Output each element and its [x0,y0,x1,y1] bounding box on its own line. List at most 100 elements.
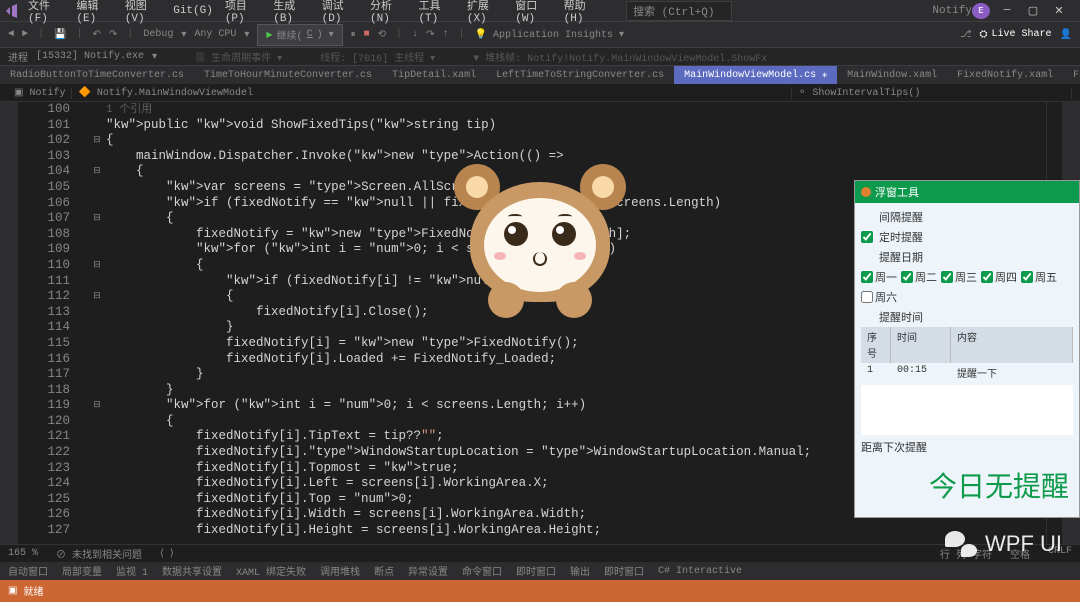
notify-popup: 提醒一下 [440,164,640,304]
panel-callstack[interactable]: 调用堆栈 [320,563,360,579]
day-mon[interactable] [861,271,873,283]
step-over-icon[interactable]: ↷ [426,29,434,41]
zoom-dropdown[interactable]: 165 % [8,548,38,559]
pin-icon[interactable]: ⁎ [822,69,827,81]
menu-analyze[interactable]: 分析(N) [364,0,412,27]
reminder-table-row[interactable]: 1 00:15 提醒一下 [861,363,1073,383]
statusbar: ▣ 就绪 [0,580,1080,602]
reminder-table-head: 序号 时间 内容 [861,327,1073,363]
undo-icon[interactable]: ↶ [93,29,101,41]
menu-ext[interactable]: 扩展(X) [461,0,509,27]
bc-method[interactable]: ⚬ ShowIntervalTips() [792,87,1072,99]
window-minimize-icon[interactable]: ─ [998,5,1016,17]
tab-1[interactable]: TimeToHourMinuteConverter.cs [194,66,382,84]
reminder-table-blank [861,385,1073,435]
timed-label: 定时提醒 [879,229,923,245]
frame-dropdown[interactable]: ▼ 堆栈帧: Notify!Notify.MainWindowViewModel… [473,49,767,65]
menubar: 文件(F) 编辑(E) 视图(V) Git(G) 项目(P) 生成(B) 调试(… [0,0,1080,22]
user-badge-icon[interactable]: E [972,3,990,19]
day-tue[interactable] [901,271,913,283]
menu-view[interactable]: 视图(V) [119,0,167,27]
wechat-icon [945,531,977,557]
nav-breadcrumb: ▣ Notify 🔶 Notify.MainWindowViewModel ⚬ … [0,84,1080,102]
debug-subtoolbar: 进程 [15332] Notify.exe▾ ▦ 生命周期事件 ▾ 线程: [7… [0,48,1080,66]
day-fri[interactable] [1021,271,1033,283]
timed-checkbox[interactable] [861,231,873,243]
next-label: 距离下次提醒 [861,439,927,455]
nav-back-icon[interactable]: ◄ [8,29,14,40]
interval-label: 间隔提醒 [879,209,923,225]
tool-close-icon[interactable] [861,187,871,197]
bc-class[interactable]: 🔶 Notify.MainWindowViewModel [72,87,792,99]
source-control-icon[interactable]: ⎇ [960,29,972,41]
tab-3[interactable]: LeftTimeToStringConverter.cs [486,66,674,84]
panel-exceptions[interactable]: 异常设置 [408,563,448,579]
config-dropdown[interactable]: Debug [143,29,173,40]
next-reminder-text: 今日无提醒 [861,457,1073,513]
panel-data[interactable]: 数据共享设置 [162,563,222,579]
time-label: 提醒时间 [879,309,923,325]
step-out-icon[interactable]: ↑ [442,29,448,40]
document-tabs: RadioButtonToTimeConverter.cs TimeToHour… [0,66,1080,84]
process-label: 进程 [8,49,28,65]
bc-project[interactable]: ▣ Notify [8,87,72,99]
status-text: 就绪 [23,583,43,599]
continue-button[interactable]: ▶继续(C) ▾ [257,24,342,46]
window-restore-icon[interactable]: ▢ [1024,4,1042,18]
process-dropdown[interactable]: [15332] Notify.exe [36,51,144,62]
tab-4[interactable]: MainWindowViewModel.cs ⁎ [674,66,837,84]
tab-6[interactable]: FixedNotify.xaml [947,66,1063,84]
date-label: 提醒日期 [879,249,923,265]
menu-help[interactable]: 帮助(H) [558,0,606,27]
tab-0[interactable]: RadioButtonToTimeConverter.cs [0,66,194,84]
watermark: WPF UI [945,531,1062,557]
restart-icon[interactable]: ⟲ [378,29,386,41]
quick-search-input[interactable]: 搜索 (Ctrl+Q) [626,1,732,21]
tab-2[interactable]: TipDetail.xaml [382,66,486,84]
step-into-icon[interactable]: ↓ [412,29,418,40]
save-icon[interactable]: 💾 [54,29,66,41]
pause-icon[interactable]: ⏸ [351,29,356,41]
menu-git[interactable]: Git(G) [167,3,219,19]
menu-file[interactable]: 文件(F) [22,0,70,27]
tab-5[interactable]: MainWindow.xaml [837,66,947,84]
issues-indicator[interactable]: ⊘ 未找到相关问题 [56,546,142,562]
panel-immediate2[interactable]: 即时窗口 [604,563,644,579]
left-toolwindow-strip[interactable] [0,102,18,544]
bottom-panel-tabs: 自动窗口 局部变量 监视 1 数据共享设置 XAML 绑定失败 调用堆栈 断点 … [0,562,1080,580]
platform-dropdown[interactable]: Any CPU [194,29,236,40]
panel-cmd[interactable]: 命令窗口 [462,563,502,579]
editor-footer: 165 % ⊘ 未找到相关问题 ⟨ ⟩ 行 列 字符 空格 CRLF [0,544,1080,562]
reminder-tool-window: 浮窗工具 间隔提醒 定时提醒 提醒日期 周一 周二 周三 周四 周五 周六 提醒… [854,180,1080,518]
menu-window[interactable]: 窗口(W) [509,0,557,27]
day-sat[interactable] [861,291,873,303]
feedback-icon[interactable]: 👤 [1060,29,1072,41]
redo-icon[interactable]: ↷ [109,29,117,41]
line-numbers: 1001011021031041051061071081091101111121… [18,102,88,544]
day-thu[interactable] [981,271,993,283]
lifecycle-dropdown[interactable]: ▦ 生命周期事件 ▾ [195,49,282,65]
nav-forward-icon[interactable]: ► [22,29,28,40]
panel-output[interactable]: 输出 [570,563,590,579]
tool-window-title[interactable]: 浮窗工具 [855,181,1079,203]
fold-column[interactable]: ⊟⊟⊟⊟⊟⊟ [88,102,106,544]
thread-dropdown[interactable]: 线程: [7016] 主线程 ▾ [320,49,435,65]
panel-autos[interactable]: 自动窗口 [8,563,48,579]
app-insights-button[interactable]: 💡 Application Insights ▾ [474,29,624,41]
panel-csi[interactable]: C# Interactive [658,566,742,577]
day-wed[interactable] [941,271,953,283]
panel-breakpoints[interactable]: 断点 [374,563,394,579]
window-close-icon[interactable]: ✕ [1050,4,1068,18]
vs-logo-icon [4,3,18,19]
panel-watch[interactable]: 监视 1 [116,563,148,579]
tool-title-text: 浮窗工具 [875,184,919,200]
panel-xaml[interactable]: XAML 绑定失败 [236,563,306,579]
bear-avatar-icon [460,164,620,304]
panel-locals[interactable]: 局部变量 [62,563,102,579]
menu-edit[interactable]: 编辑(E) [70,0,118,27]
stop-icon[interactable]: ■ [364,29,370,40]
tab-7[interactable]: FixedNotify.xaml.cs [1063,66,1080,84]
panel-immediate[interactable]: 即时窗口 [516,563,556,579]
menu-tools[interactable]: 工具(T) [412,0,460,27]
live-share-button[interactable]: ⛭ Live Share [980,29,1052,41]
